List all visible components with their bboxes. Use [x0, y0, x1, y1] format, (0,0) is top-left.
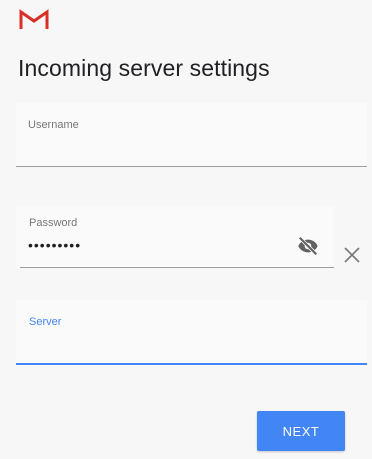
username-label: Username: [28, 119, 79, 131]
next-button[interactable]: NEXT: [257, 411, 345, 451]
eye-off-icon[interactable]: [295, 235, 321, 257]
username-field[interactable]: Username: [16, 103, 367, 167]
server-underline: [16, 363, 367, 365]
close-icon[interactable]: [342, 245, 362, 265]
gmail-m-icon: [19, 9, 49, 29]
username-underline: [16, 166, 367, 167]
password-value: •••••••••: [28, 237, 82, 253]
password-label: Password: [29, 217, 78, 229]
password-field[interactable]: Password •••••••••: [16, 206, 334, 268]
server-field[interactable]: Server: [16, 300, 367, 366]
incoming-server-settings-screen: Incoming server settings Username Passwo…: [0, 0, 372, 459]
password-underline: [20, 267, 334, 268]
server-label: Server: [29, 316, 62, 328]
page-title: Incoming server settings: [18, 55, 270, 81]
